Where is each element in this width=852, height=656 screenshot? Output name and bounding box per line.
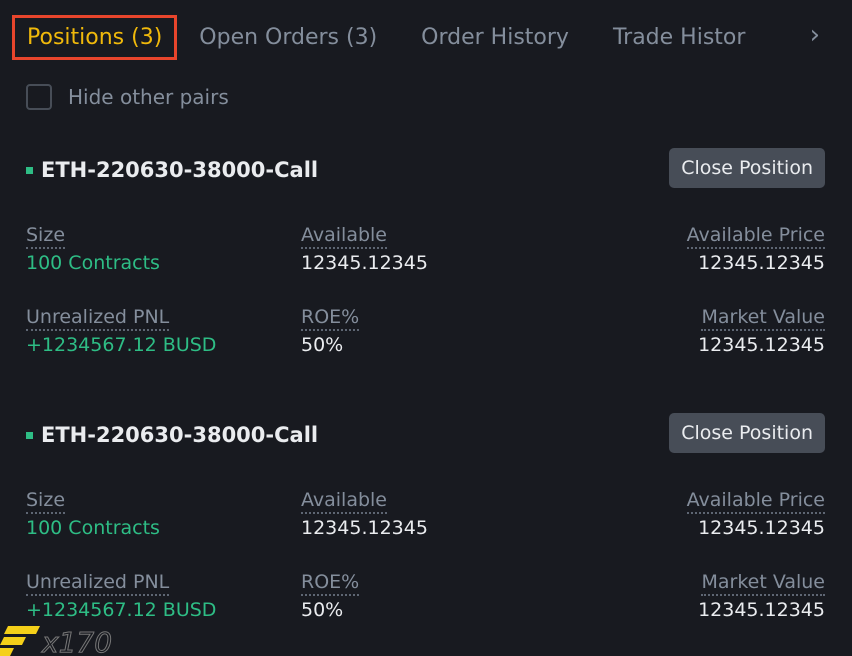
roe-label: ROE% — [301, 571, 360, 596]
roe-label: ROE% — [301, 306, 360, 331]
size-label: Size — [26, 224, 66, 249]
status-dot-icon — [26, 166, 33, 174]
close-position-button[interactable]: Close Position — [669, 413, 825, 453]
size-label: Size — [26, 489, 66, 514]
available-price-label: Available Price — [686, 489, 825, 514]
available-label: Available — [301, 489, 388, 514]
svg-text:x170: x170 — [41, 626, 112, 656]
close-position-button[interactable]: Close Position — [669, 148, 825, 188]
checkbox[interactable] — [26, 84, 52, 110]
available-price-value: 12345.12345 — [698, 252, 825, 274]
roe-value: 50% — [301, 599, 344, 621]
tab-open-orders[interactable]: Open Orders (3) — [199, 25, 377, 50]
market-value-label: Market Value — [701, 306, 825, 331]
watermark-logo: x170 — [0, 626, 112, 656]
chevron-right-icon[interactable]: › — [810, 20, 820, 50]
market-value-label: Market Value — [701, 571, 825, 596]
available-price-label: Available Price — [686, 224, 825, 249]
tab-bar: Positions (3) Open Orders (3) Order Hist… — [12, 12, 852, 62]
tab-order-history[interactable]: Order History — [421, 25, 569, 50]
available-label: Available — [301, 224, 388, 249]
symbol: ETH-220630-38000-Call — [41, 158, 319, 182]
size-value: 100 Contracts — [26, 517, 160, 539]
size-value: 100 Contracts — [26, 252, 160, 274]
available-price-value: 12345.12345 — [698, 517, 825, 539]
unrealized-pnl-label: Unrealized PNL — [26, 571, 170, 596]
available-value: 12345.12345 — [301, 517, 428, 539]
market-value-value: 12345.12345 — [698, 599, 825, 621]
market-value-value: 12345.12345 — [698, 334, 825, 356]
available-value: 12345.12345 — [301, 252, 428, 274]
roe-value: 50% — [301, 334, 344, 356]
hide-other-pairs-toggle[interactable]: Hide other pairs — [26, 84, 229, 110]
unrealized-pnl-value: +1234567.12 BUSD — [26, 334, 217, 356]
position-card: ETH-220630-38000-Call Close Position Siz… — [26, 148, 825, 388]
tab-trade-history[interactable]: Trade Histor — [613, 25, 745, 50]
position-card: ETH-220630-38000-Call Close Position Siz… — [26, 413, 825, 653]
unrealized-pnl-label: Unrealized PNL — [26, 306, 170, 331]
symbol: ETH-220630-38000-Call — [41, 423, 319, 447]
hide-other-pairs-label: Hide other pairs — [68, 85, 229, 109]
unrealized-pnl-value: +1234567.12 BUSD — [26, 599, 217, 621]
status-dot-icon — [26, 431, 33, 439]
tab-positions[interactable]: Positions (3) — [12, 14, 178, 60]
